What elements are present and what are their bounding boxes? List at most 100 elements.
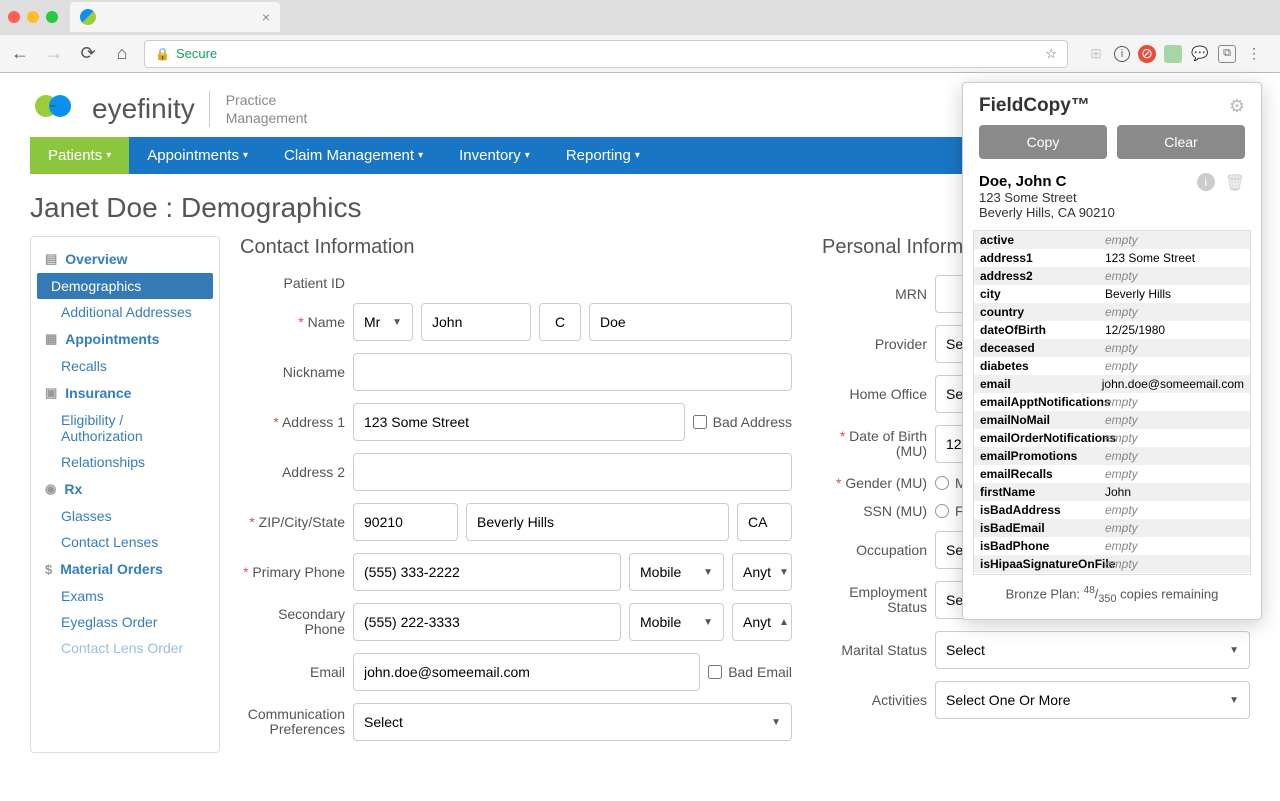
- fieldcopy-title: FieldCopy™: [979, 95, 1229, 117]
- patient-id-label: Patient ID: [240, 275, 345, 291]
- person-card-icon: ▤: [45, 251, 57, 267]
- ext-icon-1[interactable]: ⊞: [1086, 44, 1106, 64]
- sidebar-item-exams[interactable]: Exams: [31, 583, 219, 609]
- brand-name: eyefinity: [92, 93, 195, 125]
- sidebar-item-relationships[interactable]: Relationships: [31, 449, 219, 475]
- ext-icon-2[interactable]: i: [1114, 46, 1130, 62]
- primary-phone-input[interactable]: [353, 553, 621, 591]
- fieldcopy-footer: Bronze Plan: 48/350 copies remaining: [963, 575, 1261, 619]
- brand-subtitle: Practice Management: [209, 91, 308, 127]
- nav-claim-management[interactable]: Claim Management▾: [266, 137, 441, 174]
- field-key: country: [974, 303, 1099, 321]
- primary-phone-any-select[interactable]: Anyt▼: [732, 553, 792, 591]
- lock-icon: 🔒: [155, 47, 170, 61]
- ext-icon-4[interactable]: [1164, 45, 1182, 63]
- bad-email-checkbox[interactable]: Bad Email: [708, 664, 792, 680]
- sidebar-item-eyeglass-order[interactable]: Eyeglass Order: [31, 609, 219, 635]
- ext-icon-6[interactable]: ⧉: [1218, 45, 1236, 63]
- field-value: empty: [1099, 303, 1250, 321]
- table-row: firstNameJohn: [974, 483, 1250, 501]
- sidebar-item-eligibility[interactable]: Eligibility / Authorization: [31, 407, 219, 449]
- zip-input[interactable]: [353, 503, 458, 541]
- clear-button[interactable]: Clear: [1117, 125, 1245, 159]
- activities-select[interactable]: Select One Or More▼: [935, 681, 1250, 719]
- identity-address2: Beverly Hills, CA 90210: [979, 205, 1245, 220]
- info-icon[interactable]: i: [1197, 173, 1215, 191]
- sidebar-item-recalls[interactable]: Recalls: [31, 353, 219, 379]
- field-value: john.doe@someemail.com: [1096, 375, 1250, 393]
- nickname-input[interactable]: [353, 353, 792, 391]
- email-input[interactable]: [353, 653, 700, 691]
- sidebar-item-contact-lens-order[interactable]: Contact Lens Order: [31, 635, 219, 661]
- bookmark-icon[interactable]: ☆: [1045, 46, 1057, 62]
- table-row: emailOrderNotificationsempty: [974, 429, 1250, 447]
- marital-select[interactable]: Select▼: [935, 631, 1250, 669]
- ext-icon-5[interactable]: 💬: [1190, 44, 1210, 64]
- sidebar-heading-material-orders[interactable]: $Material Orders: [31, 555, 219, 583]
- nav-reporting[interactable]: Reporting▾: [548, 137, 658, 174]
- secondary-phone-type-select[interactable]: Mobile▼: [629, 603, 724, 641]
- forward-button[interactable]: →: [42, 43, 66, 64]
- home-office-label: Home Office: [822, 386, 927, 402]
- gear-icon[interactable]: ⚙: [1229, 96, 1245, 117]
- sidebar-item-contact-lenses[interactable]: Contact Lenses: [31, 529, 219, 555]
- secure-label: Secure: [176, 46, 217, 61]
- occupation-label: Occupation: [822, 542, 927, 558]
- field-value: empty: [1099, 411, 1250, 429]
- nav-appointments[interactable]: Appointments▾: [129, 137, 266, 174]
- ext-icon-3[interactable]: ⊘: [1138, 45, 1156, 63]
- browser-tab[interactable]: ×: [70, 2, 280, 32]
- secondary-phone-any-select[interactable]: Anyt▲: [732, 603, 792, 641]
- table-row: emailNoMailempty: [974, 411, 1250, 429]
- primary-phone-type-select[interactable]: Mobile▼: [629, 553, 724, 591]
- minimize-window-icon[interactable]: [27, 11, 39, 23]
- field-key: isBadPhone: [974, 537, 1099, 555]
- table-row: isHipaaSignatureOnFileempty: [974, 555, 1250, 573]
- nav-inventory[interactable]: Inventory▾: [441, 137, 548, 174]
- bad-address-checkbox[interactable]: Bad Address: [693, 414, 792, 430]
- menu-icon[interactable]: ⋮: [1244, 44, 1264, 64]
- trash-icon[interactable]: 🗑: [1225, 173, 1245, 193]
- maximize-window-icon[interactable]: [46, 11, 58, 23]
- ssn-label: SSN (MU): [822, 503, 927, 519]
- field-key: isBadEmail: [974, 519, 1099, 537]
- city-input[interactable]: [466, 503, 729, 541]
- copy-button[interactable]: Copy: [979, 125, 1107, 159]
- first-name-input[interactable]: [421, 303, 531, 341]
- last-name-input[interactable]: [589, 303, 792, 341]
- tab-close-icon[interactable]: ×: [262, 9, 270, 25]
- reload-button[interactable]: ⟳: [76, 43, 100, 64]
- address-bar[interactable]: 🔒 Secure ☆: [144, 40, 1068, 68]
- address2-input[interactable]: [353, 453, 792, 491]
- gender-label: * Gender (MU): [822, 475, 927, 491]
- sidebar-item-glasses[interactable]: Glasses: [31, 503, 219, 529]
- table-row: address2empty: [974, 267, 1250, 285]
- sidebar-item-demographics[interactable]: Demographics: [37, 273, 213, 299]
- sidebar-heading-insurance[interactable]: ▣Insurance: [31, 379, 219, 407]
- comm-pref-select[interactable]: Select▼: [353, 703, 792, 741]
- name-prefix-select[interactable]: Mr▼: [353, 303, 413, 341]
- back-button[interactable]: ←: [8, 43, 32, 64]
- mrn-label: MRN: [822, 286, 927, 302]
- address1-input[interactable]: [353, 403, 685, 441]
- sidebar-heading-overview[interactable]: ▤Overview: [31, 245, 219, 273]
- home-button[interactable]: ⌂: [110, 43, 134, 64]
- sidebar-heading-rx[interactable]: ◉Rx: [31, 475, 219, 503]
- dob-label: * Date of Birth (MU): [822, 429, 927, 460]
- table-row: cityBeverly Hills: [974, 285, 1250, 303]
- sidebar-heading-appointments[interactable]: ▦Appointments: [31, 325, 219, 353]
- state-input[interactable]: [737, 503, 792, 541]
- table-row: emailApptNotificationsempty: [974, 393, 1250, 411]
- field-key: diabetes: [974, 357, 1099, 375]
- contact-heading: Contact Information: [240, 236, 792, 259]
- sidebar-item-additional-addresses[interactable]: Additional Addresses: [31, 299, 219, 325]
- field-value: empty: [1099, 537, 1250, 555]
- field-value: empty: [1099, 267, 1250, 285]
- close-window-icon[interactable]: [8, 11, 20, 23]
- secondary-phone-input[interactable]: [353, 603, 621, 641]
- nav-patients[interactable]: Patients▾: [30, 137, 129, 174]
- table-row: address1123 Some Street: [974, 249, 1250, 267]
- table-row: isBadPhoneempty: [974, 537, 1250, 555]
- middle-initial-input[interactable]: [539, 303, 581, 341]
- field-key: dateOfBirth: [974, 321, 1099, 339]
